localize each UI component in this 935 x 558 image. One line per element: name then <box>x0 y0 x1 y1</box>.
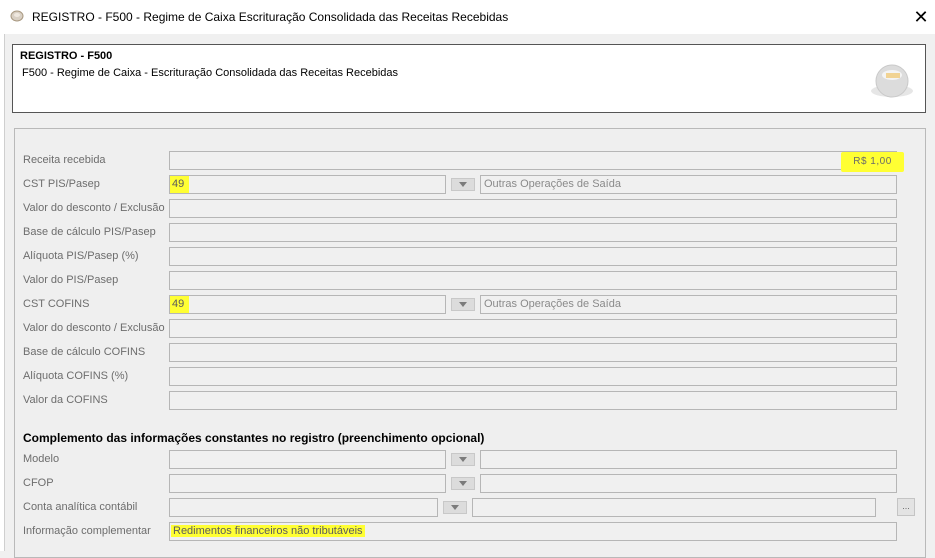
cst-pis-dropdown-button[interactable] <box>451 178 475 191</box>
desconto-pis-input[interactable] <box>169 199 897 218</box>
valor-pis-input[interactable] <box>169 271 897 290</box>
window-title: REGISTRO - F500 - Regime de Caixa Escrit… <box>32 10 509 24</box>
conta-analitica-description <box>472 498 876 517</box>
label-desconto-pis: Valor do desconto / Exclusão <box>23 202 165 214</box>
background-window-edge <box>0 34 5 551</box>
label-modelo: Modelo <box>23 453 60 465</box>
label-base-pis: Base de cálculo PIS/Pasep <box>23 226 156 238</box>
header-panel: REGISTRO - F500 F500 - Regime de Caixa -… <box>12 44 926 113</box>
modelo-dropdown-button[interactable] <box>451 453 475 466</box>
cst-cofins-input[interactable] <box>169 295 446 314</box>
cst-pis-value: 49 <box>170 176 189 193</box>
cst-pis-input[interactable] <box>169 175 446 194</box>
cst-cofins-dropdown-button[interactable] <box>451 298 475 311</box>
cst-cofins-value: 49 <box>170 296 189 313</box>
label-cfop: CFOP <box>23 477 54 489</box>
receita-recebida-value: R$ 1,00 <box>841 152 904 172</box>
window-titlebar: REGISTRO - F500 - Regime de Caixa Escrit… <box>0 0 935 34</box>
register-title: REGISTRO - F500 <box>20 50 113 62</box>
modelo-input[interactable] <box>169 450 446 469</box>
label-receita-recebida: Receita recebida <box>23 154 106 166</box>
valor-cofins-input[interactable] <box>169 391 897 410</box>
cfop-description <box>480 474 897 493</box>
base-cofins-input[interactable] <box>169 343 897 362</box>
cfop-input[interactable] <box>169 474 446 493</box>
aliquota-cofins-input[interactable] <box>169 367 897 386</box>
label-cst-pis: CST PIS/Pasep <box>23 178 100 190</box>
cst-pis-description: Outras Operações de Saída <box>480 175 897 194</box>
informacao-complementar-input[interactable]: Redimentos financeiros não tributáveis <box>169 522 897 541</box>
label-base-cofins: Base de cálculo COFINS <box>23 346 146 358</box>
label-informacao-complementar: Informação complementar <box>23 525 151 537</box>
logo-icon <box>871 64 913 98</box>
cst-cofins-description: Outras Operações de Saída <box>480 295 897 314</box>
informacao-complementar-value: Redimentos financeiros não tributáveis <box>171 525 365 537</box>
label-aliquota-pis: Alíquota PIS/Pasep (%) <box>23 250 139 262</box>
label-desconto-cofins: Valor do desconto / Exclusão <box>23 322 165 334</box>
aliquota-pis-input[interactable] <box>169 247 897 266</box>
conta-analitica-input[interactable] <box>169 498 438 517</box>
label-aliquota-cofins: Alíquota COFINS (%) <box>23 370 129 382</box>
label-valor-cofins: Valor da COFINS <box>23 394 108 406</box>
receita-recebida-input[interactable] <box>169 151 897 170</box>
cfop-dropdown-button[interactable] <box>451 477 475 490</box>
conta-analitica-browse-button[interactable]: ... <box>897 498 915 516</box>
label-cst-cofins: CST COFINS <box>23 298 90 310</box>
desconto-cofins-input[interactable] <box>169 319 897 338</box>
label-valor-pis: Valor do PIS/Pasep <box>23 274 119 286</box>
conta-analitica-dropdown-button[interactable] <box>443 501 467 514</box>
label-conta-analitica: Conta analítica contábil <box>23 501 138 513</box>
register-subtitle: F500 - Regime de Caixa - Escrituração Co… <box>22 67 399 79</box>
base-pis-input[interactable] <box>169 223 897 242</box>
app-icon <box>10 10 24 22</box>
complement-section-title: Complemento das informações constantes n… <box>23 431 485 445</box>
modelo-description <box>480 450 897 469</box>
close-button[interactable]: ✕ <box>907 5 935 29</box>
